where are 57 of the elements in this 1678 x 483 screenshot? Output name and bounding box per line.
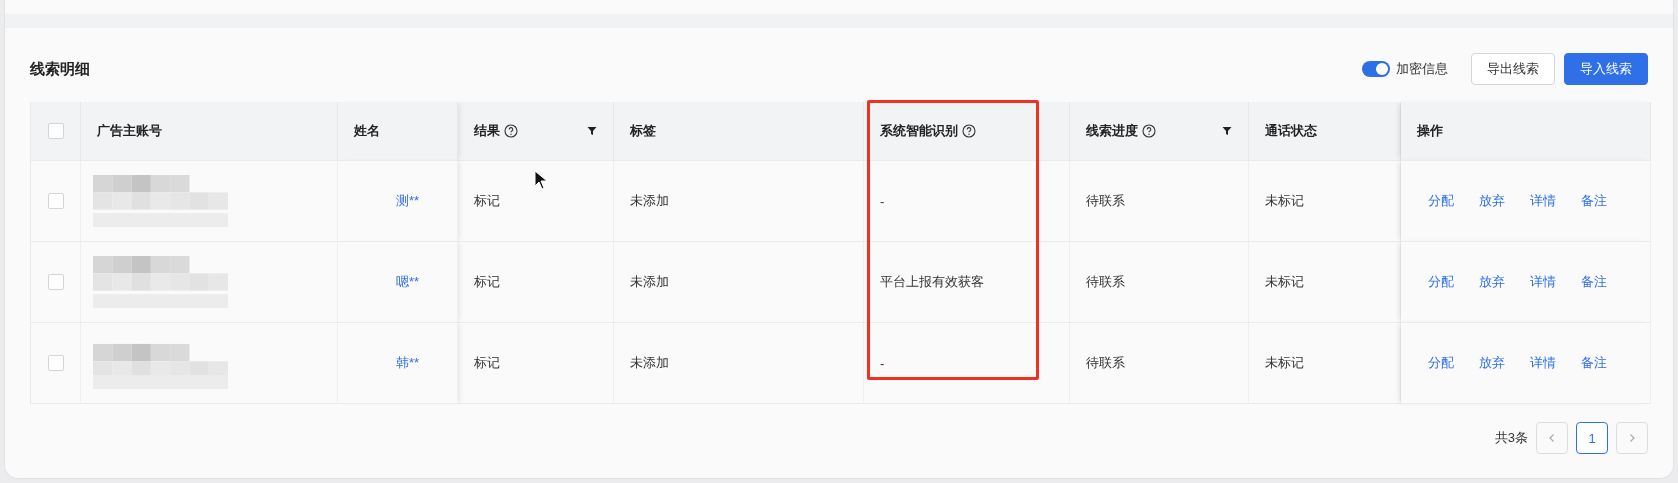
action-link[interactable]: 备注 xyxy=(1581,273,1607,291)
action-link[interactable]: 详情 xyxy=(1530,354,1556,372)
table-cell: 未添加 xyxy=(630,273,669,291)
column-header: 标签 xyxy=(630,122,656,140)
export-button[interactable]: 导出线索 xyxy=(1471,53,1555,85)
toggle-label: 加密信息 xyxy=(1396,60,1448,78)
import-button[interactable]: 导入线索 xyxy=(1564,53,1648,85)
table-cell: 未标记 xyxy=(1265,192,1304,210)
table-cell: 未添加 xyxy=(630,192,669,210)
filter-icon[interactable] xyxy=(587,126,597,136)
name-link[interactable]: 嗯** xyxy=(395,273,419,291)
row-checkbox[interactable] xyxy=(47,274,64,290)
table-cell: 待联系 xyxy=(1086,192,1125,210)
name-link[interactable]: 测** xyxy=(395,192,419,210)
table-cell: 标记 xyxy=(474,354,500,372)
help-icon[interactable] xyxy=(1142,124,1156,138)
column-header: 结果 xyxy=(474,122,500,140)
page-button[interactable]: 1 xyxy=(1576,422,1608,454)
action-link[interactable]: 分配 xyxy=(1428,273,1454,291)
row-checkbox[interactable] xyxy=(47,193,64,209)
toggle-switch[interactable] xyxy=(1362,61,1390,77)
column-header: 姓名 xyxy=(354,122,380,140)
action-link[interactable]: 分配 xyxy=(1428,354,1454,372)
row-checkbox[interactable] xyxy=(47,355,64,371)
column-header: 线索进度 xyxy=(1086,122,1138,140)
column-header: 系统智能识别 xyxy=(880,122,958,140)
total-count: 共3条 xyxy=(1494,429,1528,447)
table-cell: 待联系 xyxy=(1086,354,1125,372)
table-cell: 待联系 xyxy=(1086,273,1125,291)
table-cell: 未添加 xyxy=(630,354,669,372)
cursor-icon xyxy=(534,170,548,190)
table-cell: - xyxy=(880,355,885,371)
action-link[interactable]: 备注 xyxy=(1581,192,1607,210)
chevron-left-icon xyxy=(1547,433,1557,443)
section-title: 线索明细 xyxy=(30,59,90,79)
table-cell: 标记 xyxy=(474,192,500,210)
action-link[interactable]: 详情 xyxy=(1530,192,1556,210)
filter-icon[interactable] xyxy=(1222,126,1232,136)
table-cell: - xyxy=(880,193,885,209)
table-cell: 未标记 xyxy=(1265,273,1304,291)
column-header: 广告主账号 xyxy=(97,122,162,140)
action-link[interactable]: 备注 xyxy=(1581,354,1607,372)
select-all-checkbox[interactable] xyxy=(47,123,64,139)
help-icon[interactable] xyxy=(962,124,976,138)
column-header: 操作 xyxy=(1417,122,1443,140)
table-cell: 未标记 xyxy=(1265,354,1304,372)
action-link[interactable]: 详情 xyxy=(1530,273,1556,291)
name-link[interactable]: 韩** xyxy=(395,354,419,372)
column-header: 通话状态 xyxy=(1265,122,1317,140)
help-icon[interactable] xyxy=(504,124,518,138)
table-cell: 平台上报有效获客 xyxy=(880,273,984,291)
action-link[interactable]: 分配 xyxy=(1428,192,1454,210)
action-link[interactable]: 放弃 xyxy=(1479,273,1505,291)
action-link[interactable]: 放弃 xyxy=(1479,192,1505,210)
chevron-right-icon xyxy=(1627,433,1637,443)
action-link[interactable]: 放弃 xyxy=(1479,354,1505,372)
table-cell: 标记 xyxy=(474,273,500,291)
